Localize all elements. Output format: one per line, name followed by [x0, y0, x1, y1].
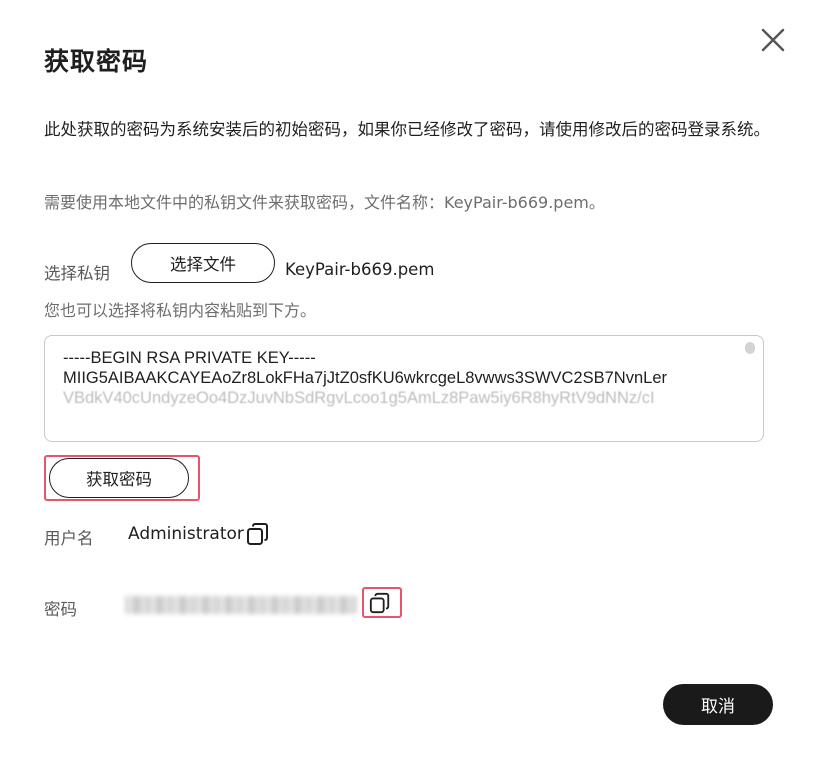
key-line-2: MIIG5AIBAAKCAYEAoZr8LokFHa7jJtZ0sfKU6wkr… [63, 369, 667, 387]
copy-icon[interactable] [369, 592, 391, 614]
dialog-title: 获取密码 [44, 47, 149, 76]
get-password-dialog: 获取密码 此处获取的密码为系统安装后的初始密码，如果你已经修改了密码，请使用修改… [0, 0, 819, 772]
password-label: 密码 [44, 600, 77, 619]
username-label: 用户名 [44, 529, 94, 548]
key-line-1: -----BEGIN RSA PRIVATE KEY----- [63, 349, 316, 367]
private-key-textarea[interactable]: -----BEGIN RSA PRIVATE KEY----- MIIG5AIB… [44, 335, 764, 442]
paste-key-hint: 您也可以选择将私钥内容粘贴到下方。 [44, 301, 317, 320]
private-key-hint: 需要使用本地文件中的私钥文件来获取密码，文件名称：KeyPair-b669.pe… [44, 193, 605, 212]
username-value: Administrator [128, 524, 244, 544]
key-line-3: VBdkV40cUndyzeOo4DzJuvNbSdRgvLcoo1g5AmLz… [63, 389, 655, 407]
selected-file-name: KeyPair-b669.pem [285, 260, 435, 279]
dialog-description: 此处获取的密码为系统安装后的初始密码，如果你已经修改了密码，请使用修改后的密码登… [44, 120, 770, 139]
select-key-label: 选择私钥 [44, 264, 110, 283]
textarea-scrollbar[interactable] [745, 342, 755, 354]
cancel-button[interactable]: 取消 [663, 684, 773, 725]
choose-file-button[interactable]: 选择文件 [131, 243, 275, 283]
get-password-button[interactable]: 获取密码 [49, 458, 189, 498]
copy-icon[interactable] [246, 522, 270, 546]
password-value-masked [125, 596, 357, 614]
close-icon[interactable] [756, 23, 790, 57]
